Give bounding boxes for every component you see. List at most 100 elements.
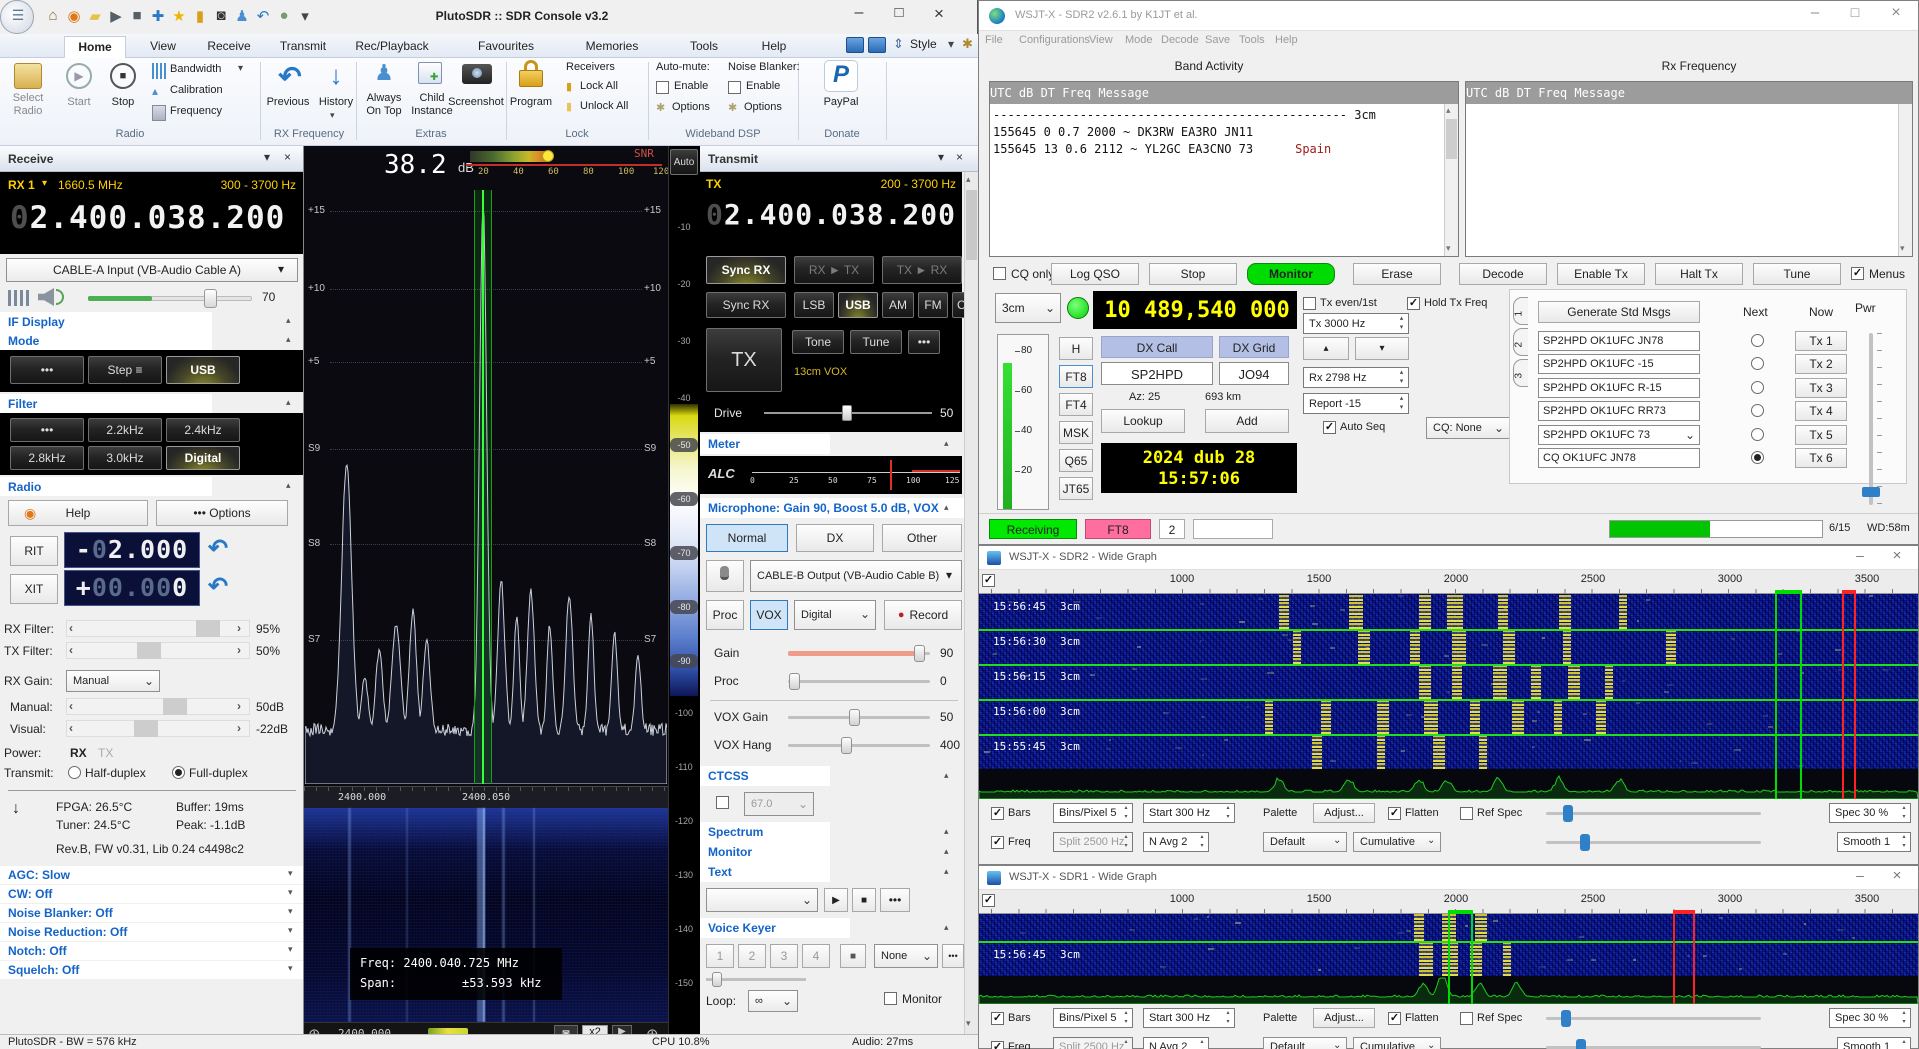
manual-gain-track[interactable] <box>66 698 250 715</box>
tx-freq-spinner-down-icon[interactable]: ▾ <box>1396 323 1407 332</box>
ctcss-dropdown-icon[interactable]: ⌄ <box>798 797 810 811</box>
rx-marker-top[interactable] <box>1448 910 1473 914</box>
calibration-button[interactable]: Calibration <box>170 84 240 100</box>
receive-close-icon[interactable]: × <box>284 150 298 166</box>
report-spinner-down-icon[interactable]: ▾ <box>1396 403 1407 412</box>
ribbon-tab-help[interactable]: Help <box>752 36 796 58</box>
download-icon[interactable]: ↓ <box>12 800 30 818</box>
full-duplex-radio[interactable] <box>172 766 185 779</box>
text-stop-button[interactable]: ■ <box>852 888 876 912</box>
rit-reset-icon[interactable]: ↶ <box>208 534 234 562</box>
voice-keyer-stop-button[interactable]: ■ <box>840 944 866 968</box>
stop-button[interactable]: Stop <box>102 96 144 110</box>
rx-marker-line[interactable] <box>1775 594 1777 799</box>
ba-scroll-up-icon[interactable]: ▴ <box>1446 105 1457 117</box>
rx-frequency-scrollbar[interactable] <box>1898 104 1912 256</box>
freq-value[interactable]: 10 489,540 000 <box>1101 298 1293 324</box>
mode-button-jt65[interactable]: JT65 <box>1059 477 1093 500</box>
menu-tools[interactable]: Tools <box>1239 34 1271 50</box>
wg-start-spinner-up-icon[interactable]: ▴ <box>1223 804 1233 812</box>
mic-normal-button[interactable]: Normal <box>706 524 788 552</box>
proc-slider-track[interactable] <box>788 680 930 683</box>
report-spinner[interactable]: Report -15 <box>1303 393 1409 414</box>
section-radio-collapse-icon[interactable]: ▴ <box>286 480 298 492</box>
wg-bars-checkbox[interactable]: ✓ <box>991 1012 1004 1025</box>
vox-hang-slider-handle[interactable] <box>841 737 852 754</box>
previous-button[interactable]: Previous <box>262 96 314 110</box>
output-device-dropdown-icon[interactable]: ▾ <box>946 568 958 582</box>
ba-scroll-down-icon[interactable]: ▾ <box>1446 243 1457 255</box>
power-tx[interactable]: TX <box>98 746 120 760</box>
ribbon-tab-receive[interactable]: Receive <box>200 36 258 58</box>
mode-button-h[interactable]: H <box>1059 337 1093 360</box>
visual-gain-right-icon[interactable]: › <box>237 721 247 735</box>
visual-gain-left-icon[interactable]: ‹ <box>69 721 79 735</box>
noise-blanker-enable-checkbox[interactable] <box>728 81 741 94</box>
wg-bars-checkbox[interactable]: ✓ <box>991 807 1004 820</box>
filter-button-28khz[interactable]: 2.8kHz <box>10 446 84 470</box>
options-button[interactable]: ••• Options <box>156 500 288 526</box>
mode-button-step[interactable]: Step ≡ <box>88 356 162 384</box>
tx-marker-line[interactable] <box>1673 914 1675 1004</box>
bandwidth-dropdown-icon[interactable]: ▾ <box>238 63 248 79</box>
voice-keyer-dropdown-icon[interactable]: ⌄ <box>922 949 934 963</box>
ba-scroll-thumb[interactable] <box>1446 119 1457 159</box>
output-device-select[interactable]: CABLE-B Output (VB-Audio Cable B) <box>750 560 962 592</box>
tx-even-checkbox[interactable] <box>1303 297 1316 310</box>
select-radio-button[interactable]: Select Radio <box>2 92 54 122</box>
power-rx[interactable]: RX <box>70 746 92 760</box>
mode-button-msk[interactable]: MSK <box>1059 421 1093 444</box>
wg-smooth-spinner-up-icon[interactable]: ▴ <box>1899 833 1909 841</box>
wg-navg-spinner-up-icon[interactable]: ▴ <box>1197 833 1207 841</box>
tune-button[interactable]: Tune <box>850 330 902 354</box>
tx-message-field-5[interactable]: SP2HPD OK1UFC 73 <box>1538 425 1700 445</box>
vox-hang-slider-track[interactable] <box>788 744 930 747</box>
ctcss-checkbox[interactable] <box>716 796 729 809</box>
proc-button[interactable]: Proc <box>706 600 744 630</box>
noise-blanker-options-button[interactable]: Options <box>744 101 792 115</box>
menus-checkbox[interactable]: ✓ <box>1851 267 1864 280</box>
section-meter-collapse-icon[interactable]: ▴ <box>944 438 956 450</box>
wg-smooth-spinner-up-icon[interactable]: ▴ <box>1899 1038 1909 1046</box>
wg-spec-spinner-down-icon[interactable]: ▾ <box>1899 813 1909 821</box>
proc-slider-handle[interactable] <box>789 673 800 690</box>
receive-collapse-icon[interactable]: ▾ <box>264 150 278 166</box>
wg-adjust-button[interactable]: Adjust... <box>1313 803 1375 823</box>
rx-frequency-value[interactable]: 02.400.038.200 <box>10 200 298 244</box>
tx-filter-right-icon[interactable]: › <box>237 643 247 657</box>
tx-scroll-down-icon[interactable]: ▾ <box>966 1018 977 1030</box>
tx-message-field-3[interactable]: SP2HPD OK1UFC R-15 <box>1538 378 1700 398</box>
tx-marker-line[interactable] <box>1842 594 1844 799</box>
now-button-tx5[interactable]: Tx 5 <box>1795 425 1847 445</box>
wg-start-spinner-up-icon[interactable]: ▴ <box>1223 1009 1233 1017</box>
wg-zero-slider-handle[interactable] <box>1580 834 1590 851</box>
tx-freq-down-button[interactable]: ▾ <box>1355 337 1409 360</box>
voice-keyer-button-2[interactable]: 2 <box>738 944 766 968</box>
wg-split-spinner-down-icon[interactable]: ▾ <box>1121 842 1131 850</box>
wg-spec-spinner-up-icon[interactable]: ▴ <box>1899 804 1909 812</box>
tune-button[interactable]: Tune <box>1753 263 1841 285</box>
transmit-close-icon[interactable]: × <box>956 150 970 166</box>
decode-row[interactable]: 155645 13 0.6 2112 ~ YL2GC EA3CNO 73Spai… <box>993 142 1423 158</box>
wg-flatten-checkbox[interactable]: ✓ <box>1388 1012 1401 1025</box>
ribbon-tab-tools[interactable]: Tools <box>680 36 728 58</box>
always-on-top-button[interactable]: Always On Top <box>360 92 408 122</box>
wsjtx-minimize-button[interactable]: – <box>1797 4 1833 28</box>
drive-handle[interactable] <box>842 405 852 421</box>
now-button-tx6[interactable]: Tx 6 <box>1795 448 1847 468</box>
tx-mode-am[interactable]: AM <box>882 292 914 318</box>
ribbon-tab-transmit[interactable]: Transmit <box>272 36 334 58</box>
wg-cumulative-select-dropdown-icon[interactable]: ⌄ <box>1427 835 1439 849</box>
wg-bins-spinner-down-icon[interactable]: ▾ <box>1121 813 1131 821</box>
maximize-button[interactable]: □ <box>883 4 915 28</box>
filter-button-[interactable]: ••• <box>10 418 84 442</box>
add-icon[interactable]: ✚ <box>149 7 167 27</box>
half-duplex-radio[interactable] <box>68 766 81 779</box>
lock-all-button[interactable]: Lock All <box>580 80 636 94</box>
wg-smooth-spinner-down-icon[interactable]: ▾ <box>1899 842 1909 850</box>
rx-freq-spinner[interactable]: Rx 2798 Hz <box>1303 367 1409 388</box>
tx-freq-spinner-up-icon[interactable]: ▴ <box>1396 314 1407 323</box>
loop-dropdown-icon[interactable]: ⌄ <box>782 994 794 1008</box>
tx-mode-lsb[interactable]: LSB <box>794 292 834 318</box>
unlock-all-button[interactable]: Unlock All <box>580 100 642 114</box>
